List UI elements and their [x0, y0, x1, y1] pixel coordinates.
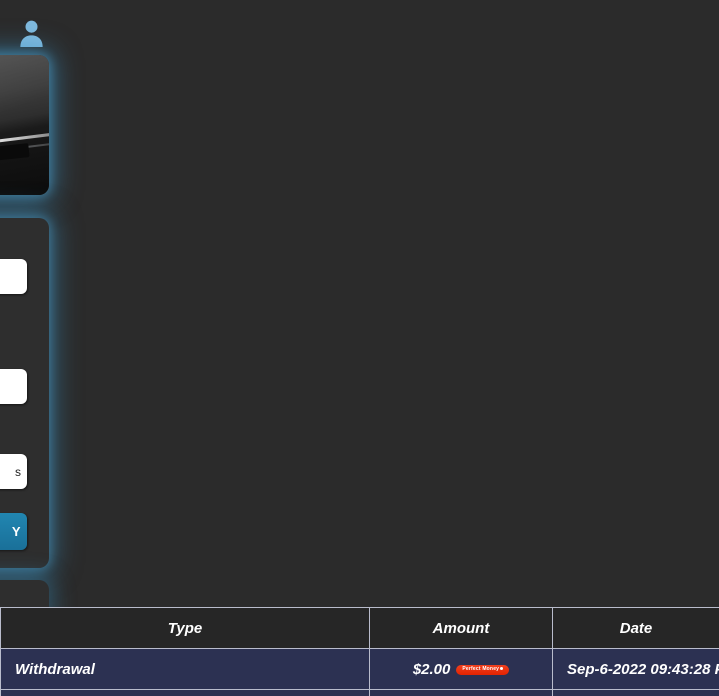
- amount-value: $2.00: [413, 661, 451, 678]
- photo-dark-block: [0, 143, 30, 161]
- perfect-money-badge: Perfect Money: [456, 665, 509, 675]
- submit-button[interactable]: Y: [0, 513, 27, 550]
- cell-type: Withdrawal: [1, 649, 370, 690]
- cell-date: Sep-6-2022 09:43:28 PM: [553, 649, 719, 690]
- table-row-partial[interactable]: [1, 690, 719, 696]
- transactions-table-head: Type Amount Date: [1, 608, 719, 649]
- table-row[interactable]: Withdrawal $2.00 Perfect Money Sep-6-2022…: [1, 649, 719, 690]
- page-root: s Y Type Amount Date Withdrawal $2.00 Per…: [0, 0, 719, 691]
- cell-type-partial: [1, 690, 370, 696]
- field-two-input[interactable]: [0, 369, 27, 404]
- user-icon[interactable]: [16, 17, 47, 48]
- field-three-input[interactable]: s: [0, 454, 27, 489]
- transactions-table: Type Amount Date Withdrawal $2.00 Perfect…: [0, 607, 719, 696]
- column-header-amount[interactable]: Amount: [370, 608, 553, 649]
- field-one-input[interactable]: [0, 259, 27, 294]
- cell-date-partial: [553, 690, 719, 696]
- table-header-row: Type Amount Date: [1, 608, 719, 649]
- left-sidebar-panel: s Y: [0, 0, 90, 600]
- perfect-money-badge-label: Perfect Money: [462, 666, 499, 672]
- perfect-money-badge-dot: [500, 667, 503, 670]
- column-header-date[interactable]: Date: [553, 608, 719, 649]
- promo-image-card[interactable]: [0, 55, 49, 195]
- cell-amount: $2.00 Perfect Money: [370, 649, 553, 690]
- transactions-table-body: Withdrawal $2.00 Perfect Money Sep-6-2022…: [1, 649, 719, 696]
- cell-amount-partial: [370, 690, 553, 696]
- column-header-type[interactable]: Type: [1, 608, 370, 649]
- photo-sheen: [0, 55, 49, 132]
